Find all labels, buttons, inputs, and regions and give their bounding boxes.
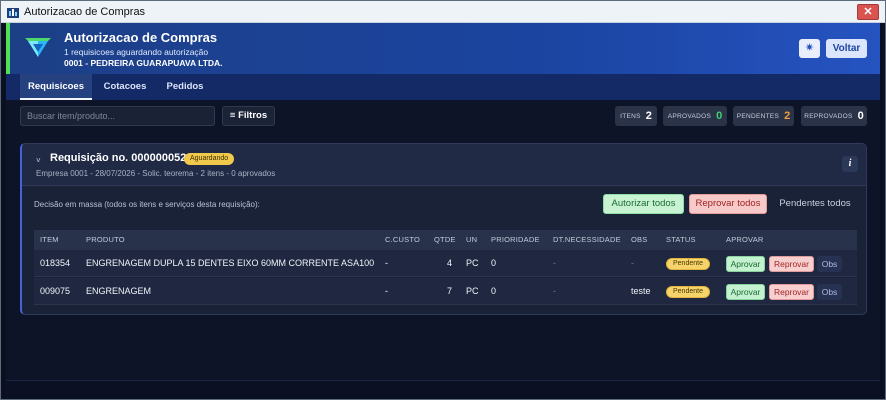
cell-prioridade: 0 [491,258,497,268]
status-badge: Pendente [666,258,710,270]
page-header: Autorizacao de Compras 1 requisicoes agu… [6,23,880,74]
theme-toggle-icon[interactable]: ✷ [799,39,820,58]
column-header-prioridade: PRIORIDADE [491,235,540,244]
obs-button[interactable]: Obs [817,284,842,300]
pendentes-todos-button[interactable]: Pendentes todos [773,194,857,214]
cell-item: 009075 [40,286,71,296]
voltar-button[interactable]: Voltar [826,39,867,58]
status-badge: Pendente [666,286,710,298]
cell-ccusto: - [385,258,388,268]
cell-dt-necessidade: - [553,286,556,296]
cell-qtde: 4 [447,258,453,268]
app-window: Autorizacao de Compras ✕ Autorizacao de … [0,0,886,400]
requisition-subtitle: Empresa 0001 - 28/07/2026 - Solic. teore… [36,169,276,178]
cell-dt-necessidade: - [553,258,556,268]
column-header-aprovar: APROVAR [726,235,764,244]
stat-label: REPROVADOS [804,112,853,120]
table-row: 018354 ENGRENAGEM DUPLA 15 DENTES EIXO 6… [34,250,857,277]
stat-value: 0 [716,110,723,122]
header-accent-bar [6,23,10,74]
stat-reprovados: REPROVADOS 0 [801,106,867,126]
status-badge: Aguardando [184,153,235,165]
page-title: Autorizacao de Compras [64,30,218,45]
reprovar-button[interactable]: Reprovar [769,256,814,272]
reprovar-button[interactable]: Reprovar [769,284,814,300]
cell-ccusto: - [385,286,388,296]
autorizar-todos-button[interactable]: Autorizar todos [603,194,684,214]
cell-obs: - [631,258,634,268]
obs-button[interactable]: Obs [817,256,842,272]
info-icon[interactable]: i [842,156,858,172]
window-titlebar: Autorizacao de Compras ✕ [1,1,885,23]
window-close-button[interactable]: ✕ [857,4,879,20]
cell-qtde: 7 [447,286,453,296]
search-input[interactable] [20,106,215,126]
cell-prioridade: 0 [491,286,497,296]
company-name: 0001 - PEDREIRA GUARAPUAVA LTDA. [64,58,223,68]
mass-decision-text: Decisão em massa (todos os itens e servi… [34,200,260,209]
window-title: Autorizacao de Compras [24,5,146,18]
cell-item: 018354 [40,258,71,268]
stat-itens: ITENS 2 [615,106,657,126]
tab-pedidos[interactable]: Pedidos [158,74,212,100]
footer-bar [6,380,880,395]
column-header-item: ITEM [40,235,59,244]
column-header-qtde: QTDE [434,235,456,244]
stat-value: 2 [645,110,652,122]
cell-un: PC [466,286,479,296]
reprovar-todos-button[interactable]: Reprovar todos [689,194,767,214]
cell-obs: teste [631,286,651,296]
chevron-down-icon[interactable]: ˅ [36,156,41,165]
stat-label: PENDENTES [736,112,780,120]
stat-label: APROVADOS [667,112,712,120]
table-header: ITEM PRODUTO C.CUSTO QTDE UN PRIORIDADE … [34,230,857,250]
requisition-card-header[interactable]: ˅ Requisição no. 0000000528 Aguardando E… [22,144,866,186]
aprovar-button[interactable]: Aprovar [726,256,765,272]
requisition-title: Requisição no. 0000000528 [50,152,193,164]
filtros-button[interactable]: ≡ Filtros [222,106,275,126]
cell-produto: ENGRENAGEM [86,286,152,296]
stat-pendentes: PENDENTES 2 [733,106,794,126]
tab-bar: Requisicoes Cotacoes Pedidos [6,74,880,100]
column-header-produto: PRODUTO [86,235,125,244]
aprovar-button[interactable]: Aprovar [726,284,765,300]
tab-cotacoes[interactable]: Cotacoes [96,74,154,100]
diamond-logo-icon [24,35,52,61]
cell-produto: ENGRENAGEM DUPLA 15 DENTES EIXO 60MM COR… [86,258,375,268]
column-header-dt-necessidade: DT.NECESSIDADE [553,235,621,244]
stat-value: 2 [784,110,791,122]
table-row: 009075 ENGRENAGEM - 7 PC 0 - teste Pende… [34,278,857,305]
stat-value: 0 [857,110,864,122]
pending-count-text: 1 requisicoes aguardando autorização [64,47,209,57]
column-header-un: UN [466,235,478,244]
column-header-status: STATUS [666,235,696,244]
cell-un: PC [466,258,479,268]
main-frame: Autorizacao de Compras 1 requisicoes agu… [6,23,880,395]
tab-requisicoes[interactable]: Requisicoes [20,74,92,100]
column-header-ccusto: C.CUSTO [385,235,421,244]
column-header-obs: OBS [631,235,648,244]
requisition-card: ˅ Requisição no. 0000000528 Aguardando E… [20,143,867,315]
app-icon [7,6,19,18]
toolbar: ≡ Filtros ITENS 2 APROVADOS 0 PENDENTES … [6,100,880,132]
stat-label: ITENS [620,112,641,120]
stat-aprovados: APROVADOS 0 [663,106,727,126]
